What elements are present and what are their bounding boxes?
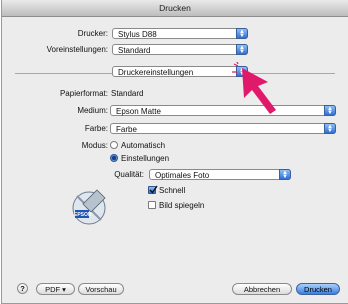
presets-label: Voreinstellungen: [46,45,108,54]
pdf-button[interactable]: PDF ▾ [36,283,75,295]
popup-arrows-icon: ▲ ▼ [324,123,336,134]
mode-settings-label[interactable]: Einstellungen [121,154,169,163]
checkmark-icon [149,185,158,194]
mirror-label[interactable]: Bild spiegeln [159,201,204,210]
popup-arrows-icon: ▲ ▼ [236,28,248,39]
epson-logo: EPSON [69,186,109,226]
pointer-arrow-icon [232,62,276,114]
mode-settings-radio[interactable] [110,154,118,162]
quality-value: Optimales Foto [155,171,210,180]
mirror-checkbox[interactable] [148,201,156,209]
printer-label: Drucker: [77,29,108,38]
paper-label: Papierformat: [59,89,108,98]
fast-label[interactable]: Schnell [159,186,185,195]
print-dialog: Drucken Drucker: Stylus D88 ▲ ▼ Voreinste… [1,0,348,304]
color-label: Farbe: [84,124,108,133]
cancel-button[interactable]: Abbrechen [232,283,292,295]
popup-arrows-icon: ▲ ▼ [236,44,248,55]
print-button[interactable]: Drucken [296,283,340,295]
popup-arrows-icon: ▲ ▼ [324,105,336,116]
presets-value: Standard [118,46,151,55]
media-popup[interactable]: Epson Matte ▲ ▼ [110,105,336,116]
popup-arrows-icon: ▲ ▼ [279,169,291,180]
panel-value: Druckereinstellungen [118,68,194,77]
mode-automatic-radio[interactable] [110,141,118,149]
window-title: Drucken [2,0,348,17]
printer-popup[interactable]: Stylus D88 ▲ ▼ [112,28,248,39]
mode-automatic-label[interactable]: Automatisch [121,141,165,150]
quality-popup[interactable]: Optimales Foto ▲ ▼ [149,169,291,180]
presets-popup[interactable]: Standard ▲ ▼ [112,44,248,55]
paper-value: Standard [111,89,144,98]
media-label: Medium: [77,106,108,115]
epson-logo-text: EPSON [74,212,92,218]
mode-label: Modus: [81,141,108,150]
media-value: Epson Matte [116,107,161,116]
printer-value: Stylus D88 [118,30,157,39]
preview-button[interactable]: Vorschau [78,283,124,295]
printer-utility-icon [72,189,106,225]
quality-label: Qualität: [114,170,144,179]
panel-popup[interactable]: Druckereinstellungen ▲ ▼ [112,66,248,77]
fast-checkbox[interactable] [148,185,158,194]
color-popup[interactable]: Farbe ▲ ▼ [110,123,336,134]
help-button[interactable]: ? [17,283,28,294]
color-value: Farbe [116,125,137,134]
